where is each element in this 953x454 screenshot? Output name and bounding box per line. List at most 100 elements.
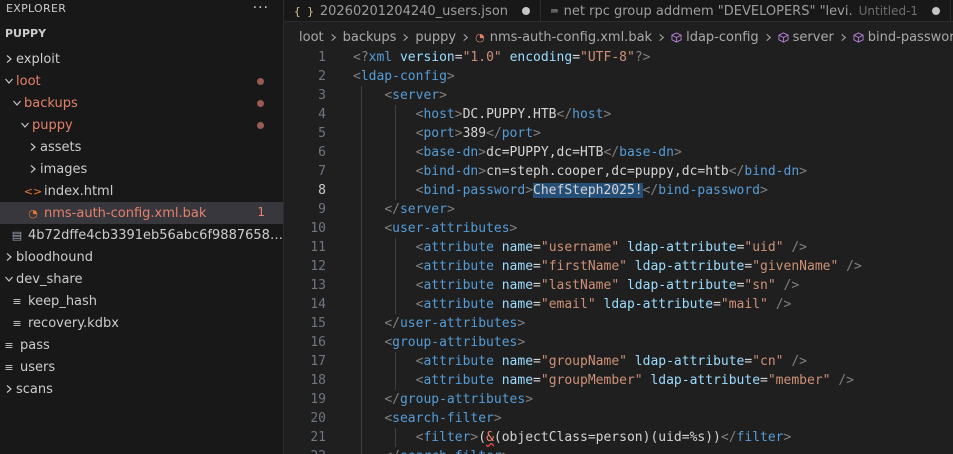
tree-item-assets[interactable]: assets bbox=[0, 136, 283, 158]
code-line[interactable]: 22 </search-filter> bbox=[284, 447, 953, 454]
line-number: 6 bbox=[318, 145, 326, 160]
tree-item-label: index.html bbox=[44, 183, 114, 199]
tree-item-pass[interactable]: ≡ pass bbox=[0, 334, 283, 356]
chevron-down-icon[interactable] bbox=[18, 114, 32, 136]
line-number: 11 bbox=[310, 240, 326, 255]
line-content: </user-attributes> bbox=[384, 316, 526, 331]
breadcrumb-symbol[interactable]: ldap-config bbox=[686, 30, 759, 45]
breadcrumb-file[interactable]: nms-auth-config.xml.bak bbox=[490, 30, 652, 45]
code-line[interactable]: 15 </user-attributes> bbox=[284, 314, 953, 333]
tree-item-bloodhound[interactable]: bloodhound bbox=[0, 246, 283, 268]
chevron-right-icon bbox=[764, 33, 773, 42]
indent-guide bbox=[395, 105, 396, 200]
tree-item-label: backups bbox=[24, 95, 78, 111]
code-line[interactable]: 7 <bind-dn>cn=steph.cooper,dc=puppy,dc=h… bbox=[284, 162, 953, 181]
code-line[interactable]: 21 <filter>(&(objectClass=person)(uid=%s… bbox=[284, 428, 953, 447]
modified-dot bbox=[257, 122, 264, 129]
line-content: <attribute name="username" ldap-attribut… bbox=[415, 240, 808, 255]
chevron-right-icon[interactable] bbox=[2, 48, 16, 70]
editor-tabs: { } 20260201204240_users.json ⌨ net rpc gro… bbox=[284, 0, 953, 22]
line-number: 4 bbox=[318, 107, 326, 122]
tree-item-index-html[interactable]: <> index.html bbox=[0, 180, 283, 202]
code-line[interactable]: 3 <server> bbox=[284, 86, 953, 105]
chevron-down-icon[interactable] bbox=[2, 70, 16, 92]
tree-item-dev-share[interactable]: dev_share bbox=[0, 268, 283, 290]
line-number: 1 bbox=[318, 50, 326, 65]
tree-item-label: users bbox=[20, 359, 56, 375]
breadcrumb-symbol[interactable]: server bbox=[793, 30, 834, 45]
chevron-right-icon[interactable] bbox=[26, 158, 40, 180]
tree-item-users[interactable]: ≡ users bbox=[0, 356, 283, 378]
code-line[interactable]: 5 <port>389</port> bbox=[284, 124, 953, 143]
tree-item-exploit[interactable]: exploit bbox=[0, 48, 283, 70]
tree-item-label: pass bbox=[20, 337, 50, 353]
code-line[interactable]: 19 </group-attributes> bbox=[284, 390, 953, 409]
chevron-right-icon bbox=[329, 33, 338, 42]
code-line[interactable]: 2 <ldap-config> bbox=[284, 67, 953, 86]
tree-item-nms-auth-config-xml-bak[interactable]: ◔ nms-auth-config.xml.bak 1 bbox=[0, 202, 283, 224]
code-line[interactable]: 9 </server> bbox=[284, 200, 953, 219]
chevron-down-icon[interactable] bbox=[10, 92, 24, 114]
tree-item-4b72dffe4cb3391eb56abc6f98876584-si[interactable]: ▤ 4b72dffe4cb3391eb56abc6f98876584_si... bbox=[0, 224, 283, 246]
breadcrumb-folder[interactable]: puppy bbox=[415, 30, 456, 45]
code-line[interactable]: 10 <user-attributes> bbox=[284, 219, 953, 238]
line-content: <bind-password>ChefSteph2025!</bind-pass… bbox=[415, 183, 768, 198]
line-number: 5 bbox=[318, 126, 326, 141]
line-number: 14 bbox=[310, 297, 326, 312]
tree-item-label: keep_hash bbox=[28, 293, 98, 309]
code-line[interactable]: 12 <attribute name="firstName" ldap-attr… bbox=[284, 257, 953, 276]
breadcrumb-folder[interactable]: backups bbox=[343, 30, 397, 45]
more-actions-icon[interactable]: ··· bbox=[253, 0, 269, 16]
code-line[interactable]: 16 <group-attributes> bbox=[284, 333, 953, 352]
explorer-header: EXPLORER ··· bbox=[0, 0, 283, 18]
code-line[interactable]: 13 <attribute name="lastName" ldap-attri… bbox=[284, 276, 953, 295]
tree-item-recovery-kdbx[interactable]: ≡ recovery.kdbx bbox=[0, 312, 283, 334]
breadcrumb: loot backups puppy ◔ nms-auth-config.xml.bak… bbox=[284, 26, 953, 48]
code-line[interactable]: 4 <host>DC.PUPPY.HTB</host> bbox=[284, 105, 953, 124]
line-number: 7 bbox=[318, 164, 326, 179]
line-number: 22 bbox=[284, 447, 326, 454]
text-file-icon: ≡ bbox=[4, 338, 14, 352]
tree-item-label: scans bbox=[16, 381, 53, 397]
unsaved-dot[interactable] bbox=[932, 7, 941, 15]
tab-0[interactable]: { } 20260201204240_users.json bbox=[284, 0, 542, 21]
tree-item-keep-hash[interactable]: ≡ keep_hash bbox=[0, 290, 283, 312]
code-editor[interactable]: 1 <?xml version="1.0" encoding="UTF-8"?> 2… bbox=[284, 48, 953, 454]
tree-item-label: bloodhound bbox=[16, 249, 93, 265]
code-line[interactable]: 1 <?xml version="1.0" encoding="UTF-8"?> bbox=[284, 48, 953, 67]
line-number: 13 bbox=[310, 278, 326, 293]
tree-item-label: loot bbox=[16, 73, 41, 89]
code-line[interactable]: 20 <search-filter> bbox=[284, 409, 953, 428]
code-line[interactable]: 14 <attribute name="email" ldap-attribut… bbox=[284, 295, 953, 314]
chevron-right-icon[interactable] bbox=[2, 378, 16, 400]
tab-1[interactable]: ⌨ net rpc group addmem "DEVELOPERS" "levi… bbox=[541, 0, 952, 21]
line-number: 9 bbox=[318, 202, 326, 217]
line-content: <group-attributes> bbox=[384, 335, 526, 350]
chevron-right-icon bbox=[401, 33, 410, 42]
unsaved-dot[interactable] bbox=[522, 7, 531, 15]
text-file-icon: ≡ bbox=[12, 294, 22, 308]
tree-item-backups[interactable]: backups bbox=[0, 92, 283, 114]
code-line[interactable]: 18 <attribute name="groupMember" ldap-at… bbox=[284, 371, 953, 390]
breadcrumb-folder[interactable]: loot bbox=[299, 30, 324, 45]
chevron-right-icon bbox=[461, 33, 470, 42]
tree-item-puppy[interactable]: puppy bbox=[0, 114, 283, 136]
tree-item-scans[interactable]: scans bbox=[0, 378, 283, 400]
line-content: <attribute name="groupMember" ldap-attri… bbox=[415, 373, 854, 388]
code-line[interactable]: 8 <bind-password>ChefSteph2025!</bind-pa… bbox=[284, 181, 953, 200]
tree-item-label: exploit bbox=[16, 51, 60, 67]
json-file-icon: { } bbox=[294, 4, 314, 18]
tree-item-loot[interactable]: loot bbox=[0, 70, 283, 92]
workspace-section-puppy[interactable]: PUPPY bbox=[0, 22, 283, 44]
line-content: <ldap-config> bbox=[353, 69, 455, 84]
code-line[interactable]: 11 <attribute name="username" ldap-attri… bbox=[284, 238, 953, 257]
tree-item-label: assets bbox=[40, 139, 82, 155]
chevron-right-icon[interactable] bbox=[2, 246, 16, 268]
chevron-right-icon[interactable] bbox=[26, 136, 40, 158]
chevron-down-icon[interactable] bbox=[2, 268, 16, 290]
line-number: 3 bbox=[318, 88, 326, 103]
tree-item-images[interactable]: images bbox=[0, 158, 283, 180]
code-line[interactable]: 17 <attribute name="groupName" ldap-attr… bbox=[284, 352, 953, 371]
code-line[interactable]: 6 <base-dn>dc=PUPPY,dc=HTB</base-dn> bbox=[284, 143, 953, 162]
breadcrumb-symbol[interactable]: bind-password bbox=[868, 30, 953, 45]
